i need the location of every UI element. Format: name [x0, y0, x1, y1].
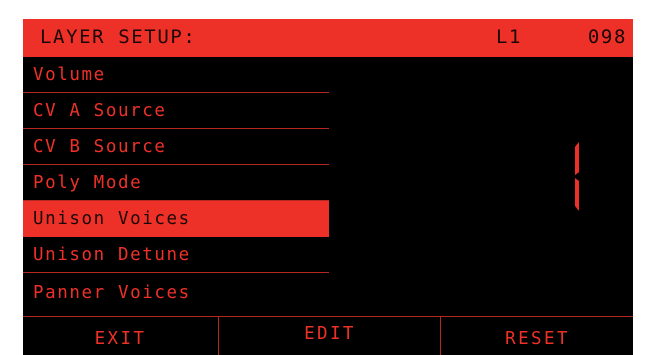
- menu-item-panner-voices[interactable]: Panner Voices: [23, 273, 329, 312]
- value-text: 1: [558, 141, 559, 142]
- layer-indicator: L1: [496, 26, 523, 48]
- exit-button[interactable]: EXIT: [23, 317, 218, 355]
- menu-item-cv-b-source[interactable]: CV B Source: [23, 129, 329, 165]
- softkey-bar: EXIT EDIT RESET: [23, 316, 633, 355]
- menu-item-cv-a-source[interactable]: CV A Source: [23, 93, 329, 129]
- edit-button[interactable]: EDIT: [218, 317, 441, 355]
- segment-lower-right: [575, 178, 579, 211]
- menu-item-unison-voices[interactable]: Unison Voices: [23, 201, 329, 237]
- parameter-menu: Volume CV A Source CV B Source Poly Mode…: [23, 57, 329, 312]
- menu-item-unison-detune[interactable]: Unison Detune: [23, 237, 329, 273]
- reset-button[interactable]: RESET: [440, 317, 633, 355]
- page-title: LAYER SETUP:: [40, 26, 197, 48]
- seven-segment-value: 1: [558, 141, 579, 211]
- menu-item-volume[interactable]: Volume: [23, 57, 329, 93]
- patch-number: 098: [587, 26, 627, 48]
- menu-item-poly-mode[interactable]: Poly Mode: [23, 165, 329, 201]
- parameter-value-display: 1: [558, 141, 588, 211]
- lcd-screen: LAYER SETUP: L1 098 Volume CV A Source C…: [23, 19, 633, 355]
- header-bar: LAYER SETUP: L1 098: [23, 19, 633, 57]
